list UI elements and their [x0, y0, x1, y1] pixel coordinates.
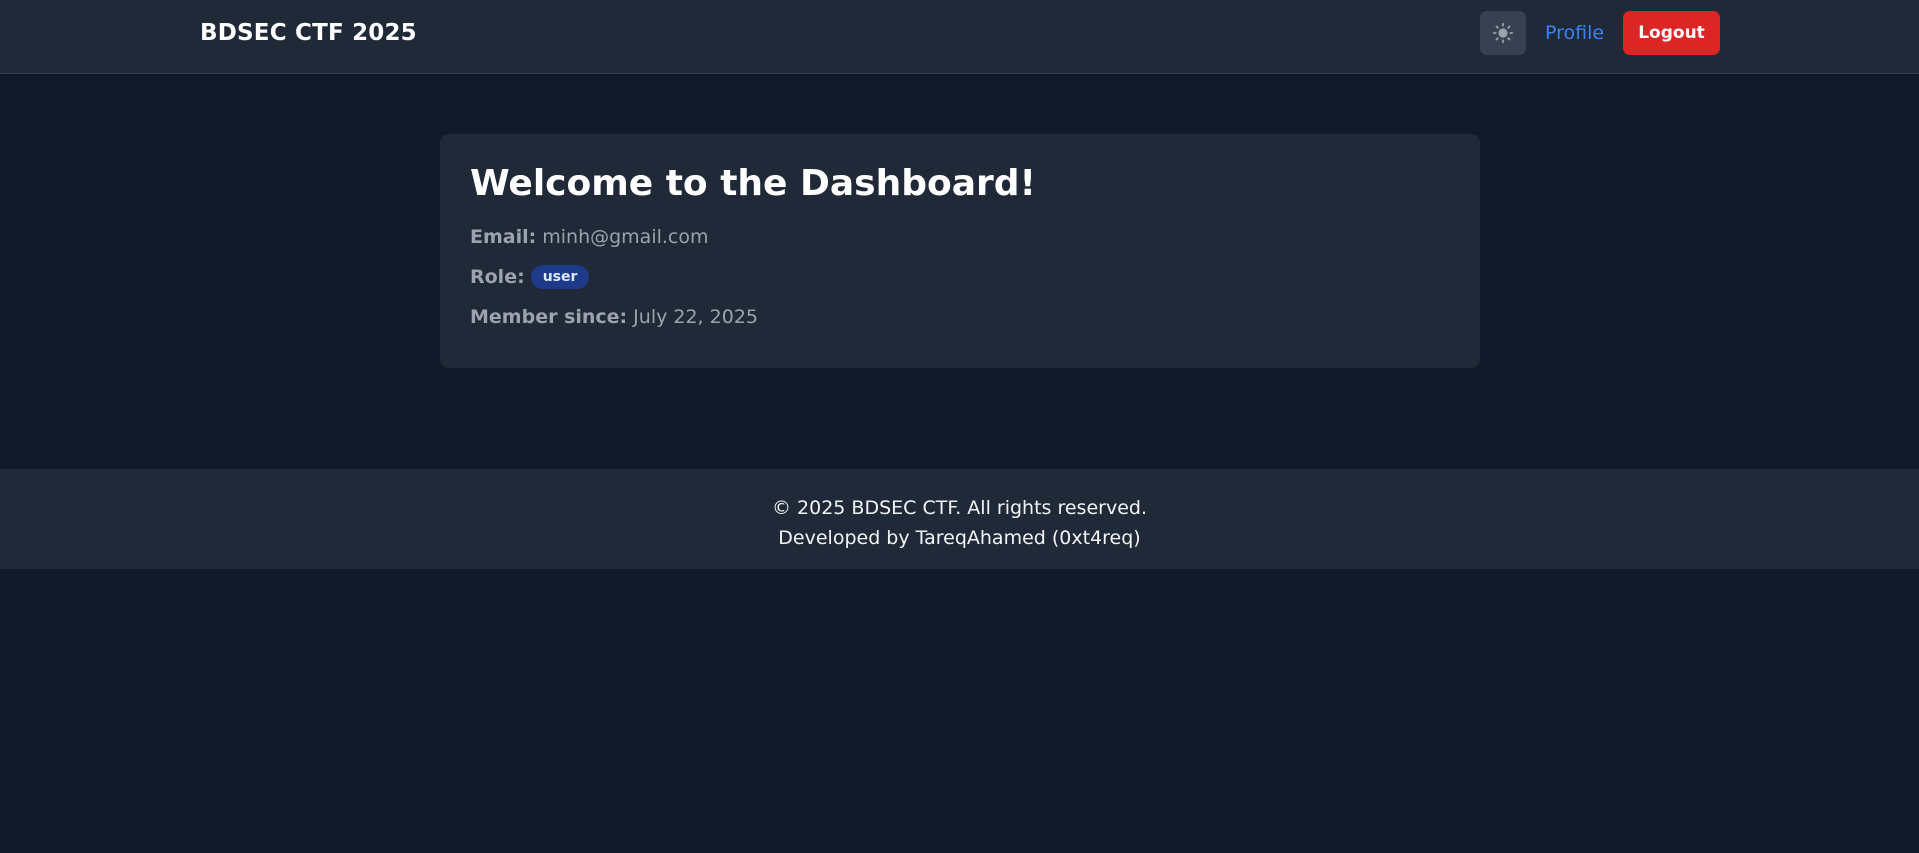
footer-copyright: © 2025 BDSEC CTF. All rights reserved. — [772, 497, 1147, 519]
member-since-label: Member since: — [470, 306, 628, 329]
email-value: minh@gmail.com — [542, 226, 709, 249]
dashboard-title: Welcome to the Dashboard! — [470, 163, 1036, 204]
sun-icon — [1492, 22, 1514, 44]
email-row: Email: minh@gmail.com — [470, 226, 1450, 249]
theme-toggle-button[interactable] — [1480, 11, 1526, 55]
role-label: Role: — [470, 266, 525, 289]
email-label: Email: — [470, 226, 537, 249]
role-badge: user — [530, 265, 590, 290]
logout-button[interactable]: Logout — [1623, 11, 1720, 55]
member-since-row: Member since: July 22, 2025 — [470, 306, 1450, 329]
footer: © 2025 BDSEC CTF. All rights reserved. D… — [0, 469, 1919, 569]
dashboard-card: Welcome to the Dashboard! Email: minh@gm… — [440, 134, 1480, 368]
profile-link[interactable]: Profile — [1545, 22, 1604, 44]
member-since-value: July 22, 2025 — [633, 306, 758, 329]
footer-credit: Developed by TareqAhamed (0xt4req) — [778, 527, 1141, 549]
brand-title[interactable]: BDSEC CTF 2025 — [200, 20, 417, 46]
navbar: BDSEC CTF 2025 Profile Logout — [0, 0, 1919, 74]
role-row: Role: user — [470, 265, 1450, 290]
